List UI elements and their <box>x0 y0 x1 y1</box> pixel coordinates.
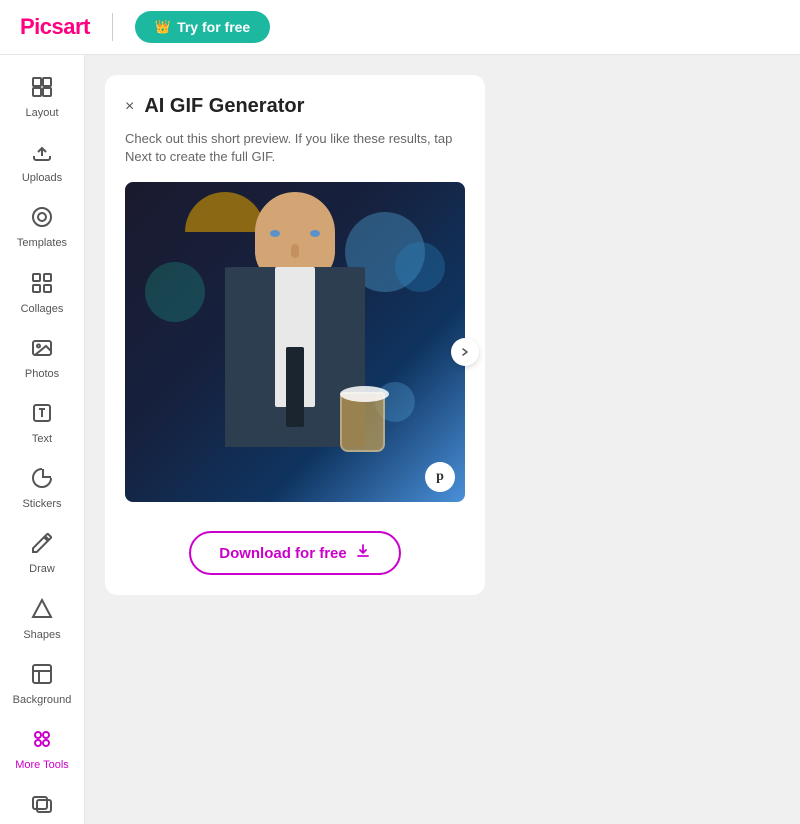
download-section: Download for free <box>125 531 465 575</box>
sidebar-item-photos-label: Photos <box>25 368 59 381</box>
sidebar-item-photos[interactable]: Photos <box>5 326 80 391</box>
eye-right <box>310 230 320 237</box>
eye-left <box>270 230 280 237</box>
sidebar-item-draw[interactable]: Draw <box>5 521 80 586</box>
draw-icon <box>30 531 54 559</box>
preview-wrapper: p <box>125 182 465 522</box>
ai-gif-panel: × AI GIF Generator Check out this short … <box>105 75 485 595</box>
nose <box>291 244 299 258</box>
panel-header: × AI GIF Generator <box>125 95 465 118</box>
logo: Picsart <box>20 14 90 40</box>
more-tools-icon <box>30 727 54 755</box>
figure-beer-glass <box>340 392 385 452</box>
collages-icon <box>30 271 54 299</box>
stickers-icon <box>30 466 54 494</box>
picsart-watermark: p <box>425 462 455 492</box>
sidebar-item-uploads-label: Uploads <box>22 172 62 185</box>
main-layout: Layout Uploads Templates <box>0 55 800 824</box>
sidebar-item-more-tools-label: More Tools <box>15 759 69 772</box>
sidebar: Layout Uploads Templates <box>0 55 85 824</box>
sidebar-item-shapes[interactable]: Shapes <box>5 587 80 652</box>
photos-icon <box>30 336 54 364</box>
header: Picsart 👑 Try for free <box>0 0 800 55</box>
sidebar-item-layout[interactable]: Layout <box>5 65 80 130</box>
sidebar-item-collages[interactable]: Collages <box>5 261 80 326</box>
beer-foam <box>340 386 389 402</box>
download-label: Download for free <box>219 545 347 562</box>
sidebar-item-uploads[interactable]: Uploads <box>5 130 80 195</box>
sidebar-item-stickers-label: Stickers <box>22 498 61 511</box>
try-button-label: Try for free <box>177 19 250 35</box>
download-button[interactable]: Download for free <box>189 531 401 575</box>
try-for-free-button[interactable]: 👑 Try for free <box>135 11 270 43</box>
download-icon <box>355 543 371 563</box>
sidebar-item-background[interactable]: Background <box>5 652 80 717</box>
templates-icon <box>30 205 54 233</box>
next-chevron-button[interactable] <box>451 338 479 366</box>
close-button[interactable]: × <box>125 98 134 116</box>
sidebar-item-batch[interactable]: Batch <box>5 782 80 824</box>
batch-icon <box>30 792 54 820</box>
logo-text: Picsart <box>20 14 90 40</box>
panel-description: Check out this short preview. If you lik… <box>125 130 465 166</box>
background-icon <box>30 662 54 690</box>
picsart-badge-letter: p <box>436 469 444 485</box>
panel-title: AI GIF Generator <box>144 95 304 118</box>
figure <box>185 192 405 502</box>
shapes-icon <box>30 597 54 625</box>
sidebar-item-more-tools[interactable]: More Tools <box>5 717 80 782</box>
sidebar-item-layout-label: Layout <box>25 107 58 120</box>
layout-icon <box>30 75 54 103</box>
preview-container: p <box>125 182 465 502</box>
figure-tie <box>286 347 304 427</box>
sidebar-item-templates[interactable]: Templates <box>5 195 80 260</box>
header-divider <box>112 13 113 41</box>
suit-left <box>225 267 275 367</box>
text-icon <box>30 401 54 429</box>
sidebar-item-stickers[interactable]: Stickers <box>5 456 80 521</box>
upload-icon <box>30 140 54 168</box>
content-area: × AI GIF Generator Check out this short … <box>85 55 800 824</box>
sidebar-item-templates-label: Templates <box>17 237 67 250</box>
suit-right <box>315 267 365 367</box>
sidebar-item-collages-label: Collages <box>21 303 64 316</box>
sidebar-item-draw-label: Draw <box>29 563 55 576</box>
crown-icon: 👑 <box>155 19 171 35</box>
sidebar-item-text-label: Text <box>32 433 52 446</box>
sidebar-item-text[interactable]: Text <box>5 391 80 456</box>
sidebar-item-background-label: Background <box>13 694 72 707</box>
sidebar-item-shapes-label: Shapes <box>23 629 60 642</box>
figure-hair <box>185 192 265 232</box>
